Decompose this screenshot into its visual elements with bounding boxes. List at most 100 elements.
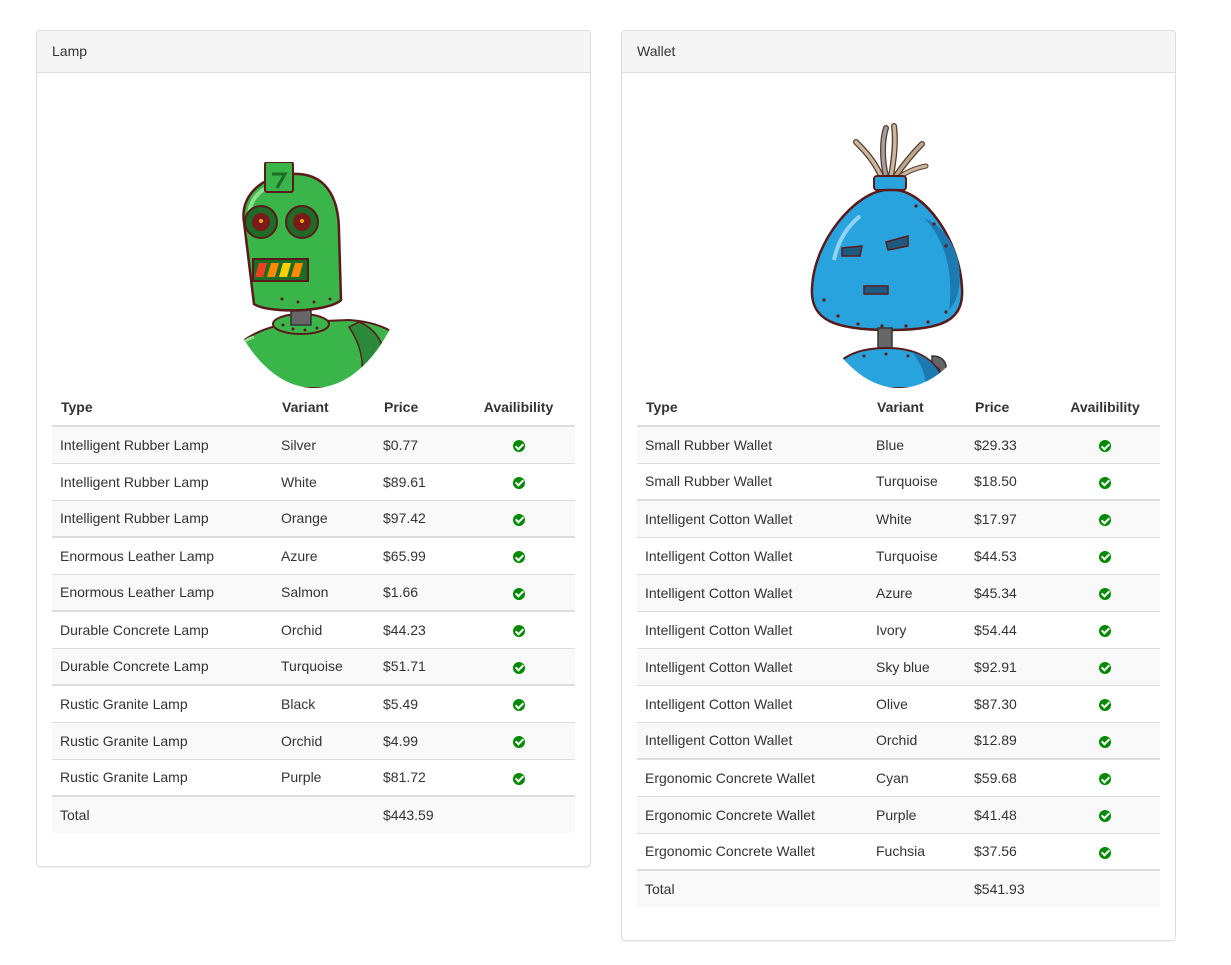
product-panel-lamp: Lamp Type Variant Price Availibility Int…: [36, 30, 591, 867]
cell-variant: Salmon: [273, 573, 375, 611]
cell-type: Intelligent Cotton Wallet: [637, 610, 868, 648]
blue-robot-avatar-icon: [637, 73, 1160, 388]
cell-price: $44.23: [375, 610, 462, 648]
cell-type: Durable Concrete Lamp: [52, 647, 273, 685]
cell-price: $18.50: [966, 462, 1050, 500]
available-check-icon: [512, 587, 525, 600]
cell-price: $89.61: [375, 462, 462, 500]
cell-price: $0.77: [375, 425, 462, 463]
available-check-icon: [1099, 440, 1111, 453]
cell-variant: Azure: [273, 536, 375, 574]
table-row: Intelligent Rubber Lamp White $89.61: [52, 462, 575, 500]
cell-price: $92.91: [966, 647, 1050, 685]
cell-type: Intelligent Rubber Lamp: [52, 425, 273, 463]
table-row: Intelligent Cotton Wallet Olive $87.30: [637, 684, 1160, 722]
available-check-icon: [1099, 735, 1111, 748]
available-check-icon: [512, 551, 525, 564]
cell-price: $12.89: [966, 721, 1050, 759]
cell-variant: Black: [273, 684, 375, 722]
table-row: Intelligent Cotton Wallet Turquoise $44.53: [637, 536, 1160, 574]
cell-type: Ergonomic Concrete Wallet: [637, 795, 868, 833]
cell-price: $17.97: [966, 499, 1050, 537]
cell-variant: Azure: [868, 573, 966, 611]
available-check-icon: [1099, 624, 1111, 637]
table-row: Small Rubber Wallet Blue $29.33: [637, 425, 1160, 463]
cell-type: Small Rubber Wallet: [637, 462, 868, 500]
cell-type: Intelligent Cotton Wallet: [637, 499, 868, 537]
table-row: Ergonomic Concrete Wallet Purple $41.48: [637, 795, 1160, 833]
table-header-row: Type Variant Price Availibility: [52, 388, 575, 427]
cell-price: $37.56: [966, 832, 1050, 870]
cell-variant: Turquoise: [273, 647, 375, 685]
cell-variant: Fuchsia: [868, 832, 966, 870]
cell-variant: Orange: [273, 499, 375, 537]
cell-price: $87.30: [966, 684, 1050, 722]
cell-variant: Cyan: [868, 758, 966, 796]
available-check-icon: [1099, 587, 1111, 600]
cell-variant: White: [273, 462, 375, 500]
cell-variant: Olive: [868, 684, 966, 722]
total-label: Total: [637, 869, 868, 907]
total-row: Total $541.93: [637, 869, 1160, 907]
cell-price: $1.66: [375, 573, 462, 611]
table-row: Ergonomic Concrete Wallet Cyan $59.68: [637, 758, 1160, 796]
green-robot-avatar-icon: [52, 73, 575, 388]
available-check-icon: [1099, 773, 1111, 786]
available-check-icon: [512, 735, 525, 748]
available-check-icon: [1099, 514, 1111, 527]
product-panel-wallet: Wallet Type Variant Price Availibility S…: [621, 30, 1176, 941]
cell-type: Intelligent Rubber Lamp: [52, 462, 273, 500]
column-header-variant: Variant: [273, 388, 375, 427]
cell-price: $41.48: [966, 795, 1050, 833]
available-check-icon: [1099, 476, 1111, 489]
table-row: Durable Concrete Lamp Orchid $44.23: [52, 610, 575, 648]
cell-variant: Sky blue: [868, 647, 966, 685]
table-row: Enormous Leather Lamp Azure $65.99: [52, 536, 575, 574]
table-row: Intelligent Cotton Wallet Ivory $54.44: [637, 610, 1160, 648]
wallet-variants-table: Type Variant Price Availibility Small Ru…: [637, 388, 1160, 907]
available-check-icon: [512, 513, 525, 526]
available-check-icon: [1099, 661, 1111, 674]
column-header-availability: Availibility: [462, 388, 575, 427]
cell-price: $65.99: [375, 536, 462, 574]
cell-price: $29.33: [966, 425, 1050, 463]
lamp-variants-table: Type Variant Price Availibility Intellig…: [52, 388, 575, 833]
cell-price: $51.71: [375, 647, 462, 685]
column-header-type: Type: [52, 388, 273, 427]
cell-price: $5.49: [375, 684, 462, 722]
available-check-icon: [1099, 550, 1111, 563]
cell-price: $44.53: [966, 536, 1050, 574]
cell-variant: Turquoise: [868, 462, 966, 500]
available-check-icon: [512, 699, 525, 712]
available-check-icon: [1099, 846, 1111, 859]
table-row: Intelligent Rubber Lamp Silver $0.77: [52, 425, 575, 463]
table-row: Intelligent Cotton Wallet Sky blue $92.91: [637, 647, 1160, 685]
cell-variant: Purple: [868, 795, 966, 833]
cell-type: Intelligent Cotton Wallet: [637, 647, 868, 685]
cell-price: $54.44: [966, 610, 1050, 648]
table-row: Rustic Granite Lamp Black $5.49: [52, 684, 575, 722]
table-row: Intelligent Cotton Wallet Orchid $12.89: [637, 721, 1160, 759]
column-header-price: Price: [966, 388, 1050, 427]
table-row: Intelligent Cotton Wallet Azure $45.34: [637, 573, 1160, 611]
cell-variant: Turquoise: [868, 536, 966, 574]
cell-variant: Orchid: [273, 610, 375, 648]
cell-type: Intelligent Cotton Wallet: [637, 536, 868, 574]
cell-variant: White: [868, 499, 966, 537]
cell-price: $4.99: [375, 721, 462, 759]
column-header-variant: Variant: [868, 388, 966, 427]
cell-type: Intelligent Rubber Lamp: [52, 499, 273, 537]
table-row: Durable Concrete Lamp Turquoise $51.71: [52, 647, 575, 685]
panel-title: Lamp: [37, 31, 590, 73]
cell-type: Intelligent Cotton Wallet: [637, 721, 868, 759]
cell-type: Rustic Granite Lamp: [52, 684, 273, 722]
total-row: Total $443.59: [52, 795, 575, 833]
table-header-row: Type Variant Price Availibility: [637, 388, 1160, 427]
cell-variant: Orchid: [868, 721, 966, 759]
table-row: Ergonomic Concrete Wallet Fuchsia $37.56: [637, 832, 1160, 870]
cell-variant: Orchid: [273, 721, 375, 759]
cell-type: Rustic Granite Lamp: [52, 758, 273, 796]
available-check-icon: [512, 476, 525, 489]
cell-type: Intelligent Cotton Wallet: [637, 684, 868, 722]
cell-type: Enormous Leather Lamp: [52, 573, 273, 611]
